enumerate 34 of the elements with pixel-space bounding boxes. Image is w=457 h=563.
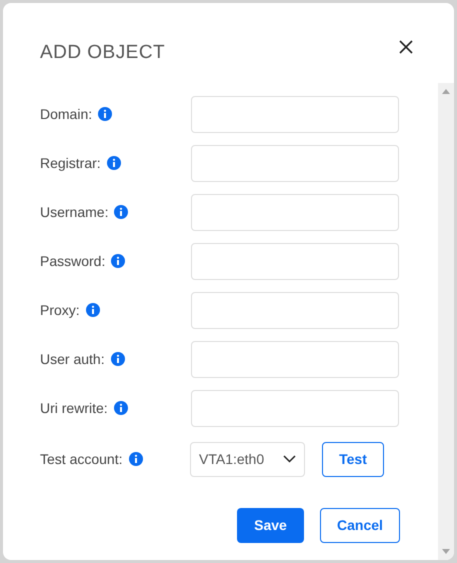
field-label: Username:	[40, 202, 108, 222]
input-field[interactable]	[191, 194, 399, 230]
close-icon	[399, 40, 413, 54]
input-field[interactable]	[191, 144, 399, 182]
input-field[interactable]	[191, 96, 399, 132]
input-field[interactable]	[191, 340, 399, 378]
save-button[interactable]: Save	[237, 508, 304, 542]
close-button[interactable]	[398, 39, 414, 55]
field-label: Password:	[40, 252, 106, 270]
field-label: Uri rewrite:	[40, 398, 108, 418]
field-label: User auth:	[40, 350, 105, 368]
input-field[interactable]	[191, 292, 399, 328]
info-icon[interactable]	[110, 352, 125, 366]
info-icon[interactable]	[111, 254, 126, 268]
chevron-down-icon	[283, 455, 296, 463]
dialog-title: ADD OBJECT	[40, 41, 166, 65]
cancel-button[interactable]: Cancel	[320, 508, 400, 542]
scroll-down-icon	[442, 549, 450, 554]
info-icon[interactable]	[114, 205, 128, 219]
field-label: Proxy:	[40, 300, 80, 320]
input-field[interactable]	[191, 390, 399, 426]
info-icon[interactable]	[106, 156, 121, 170]
input-field[interactable]	[191, 242, 399, 280]
test-button[interactable]: Test	[322, 442, 384, 476]
info-icon[interactable]	[86, 303, 100, 317]
field-label: Domain:	[40, 104, 92, 124]
info-icon[interactable]	[98, 107, 112, 121]
info-icon[interactable]	[128, 452, 142, 466]
account-dropdown[interactable]: VTA1:eth0	[190, 442, 305, 476]
scrollbar[interactable]	[438, 83, 454, 560]
field-label: Registrar:	[40, 154, 101, 173]
info-icon[interactable]	[114, 401, 128, 415]
scroll-up-icon	[442, 89, 450, 94]
field-label: Test account:	[40, 450, 122, 468]
